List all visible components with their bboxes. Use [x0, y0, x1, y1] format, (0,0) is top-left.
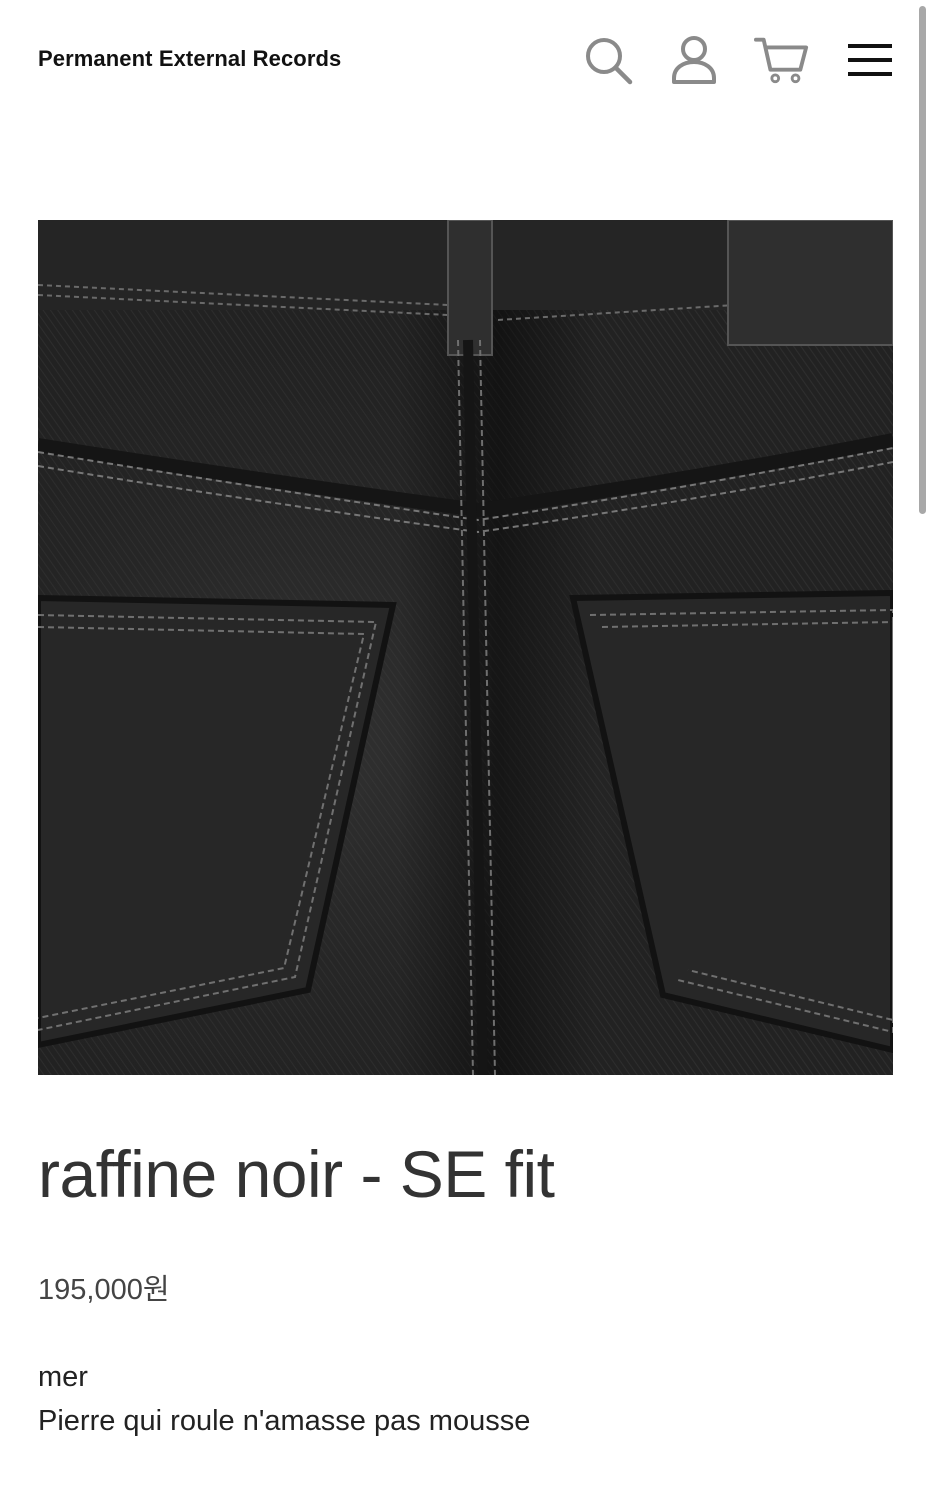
cart-icon[interactable]: [754, 32, 810, 88]
scrollbar[interactable]: [919, 6, 926, 514]
product-photo[interactable]: [38, 220, 893, 1075]
user-icon[interactable]: [666, 32, 722, 88]
site-header: Permanent External Records: [0, 0, 932, 120]
product-description-line-1: mer: [38, 1361, 88, 1393]
menu-icon[interactable]: [842, 32, 898, 88]
product-price: 195,000원: [38, 1274, 170, 1306]
product-title: raffine noir - SE fit: [38, 1137, 555, 1211]
product-description-line-2: Pierre qui roule n'amasse pas mousse: [38, 1405, 531, 1437]
product-page: Permanent External Records raffine noir …: [0, 0, 932, 1500]
brand-logo[interactable]: Permanent External Records: [38, 46, 341, 72]
search-icon[interactable]: [580, 32, 636, 88]
